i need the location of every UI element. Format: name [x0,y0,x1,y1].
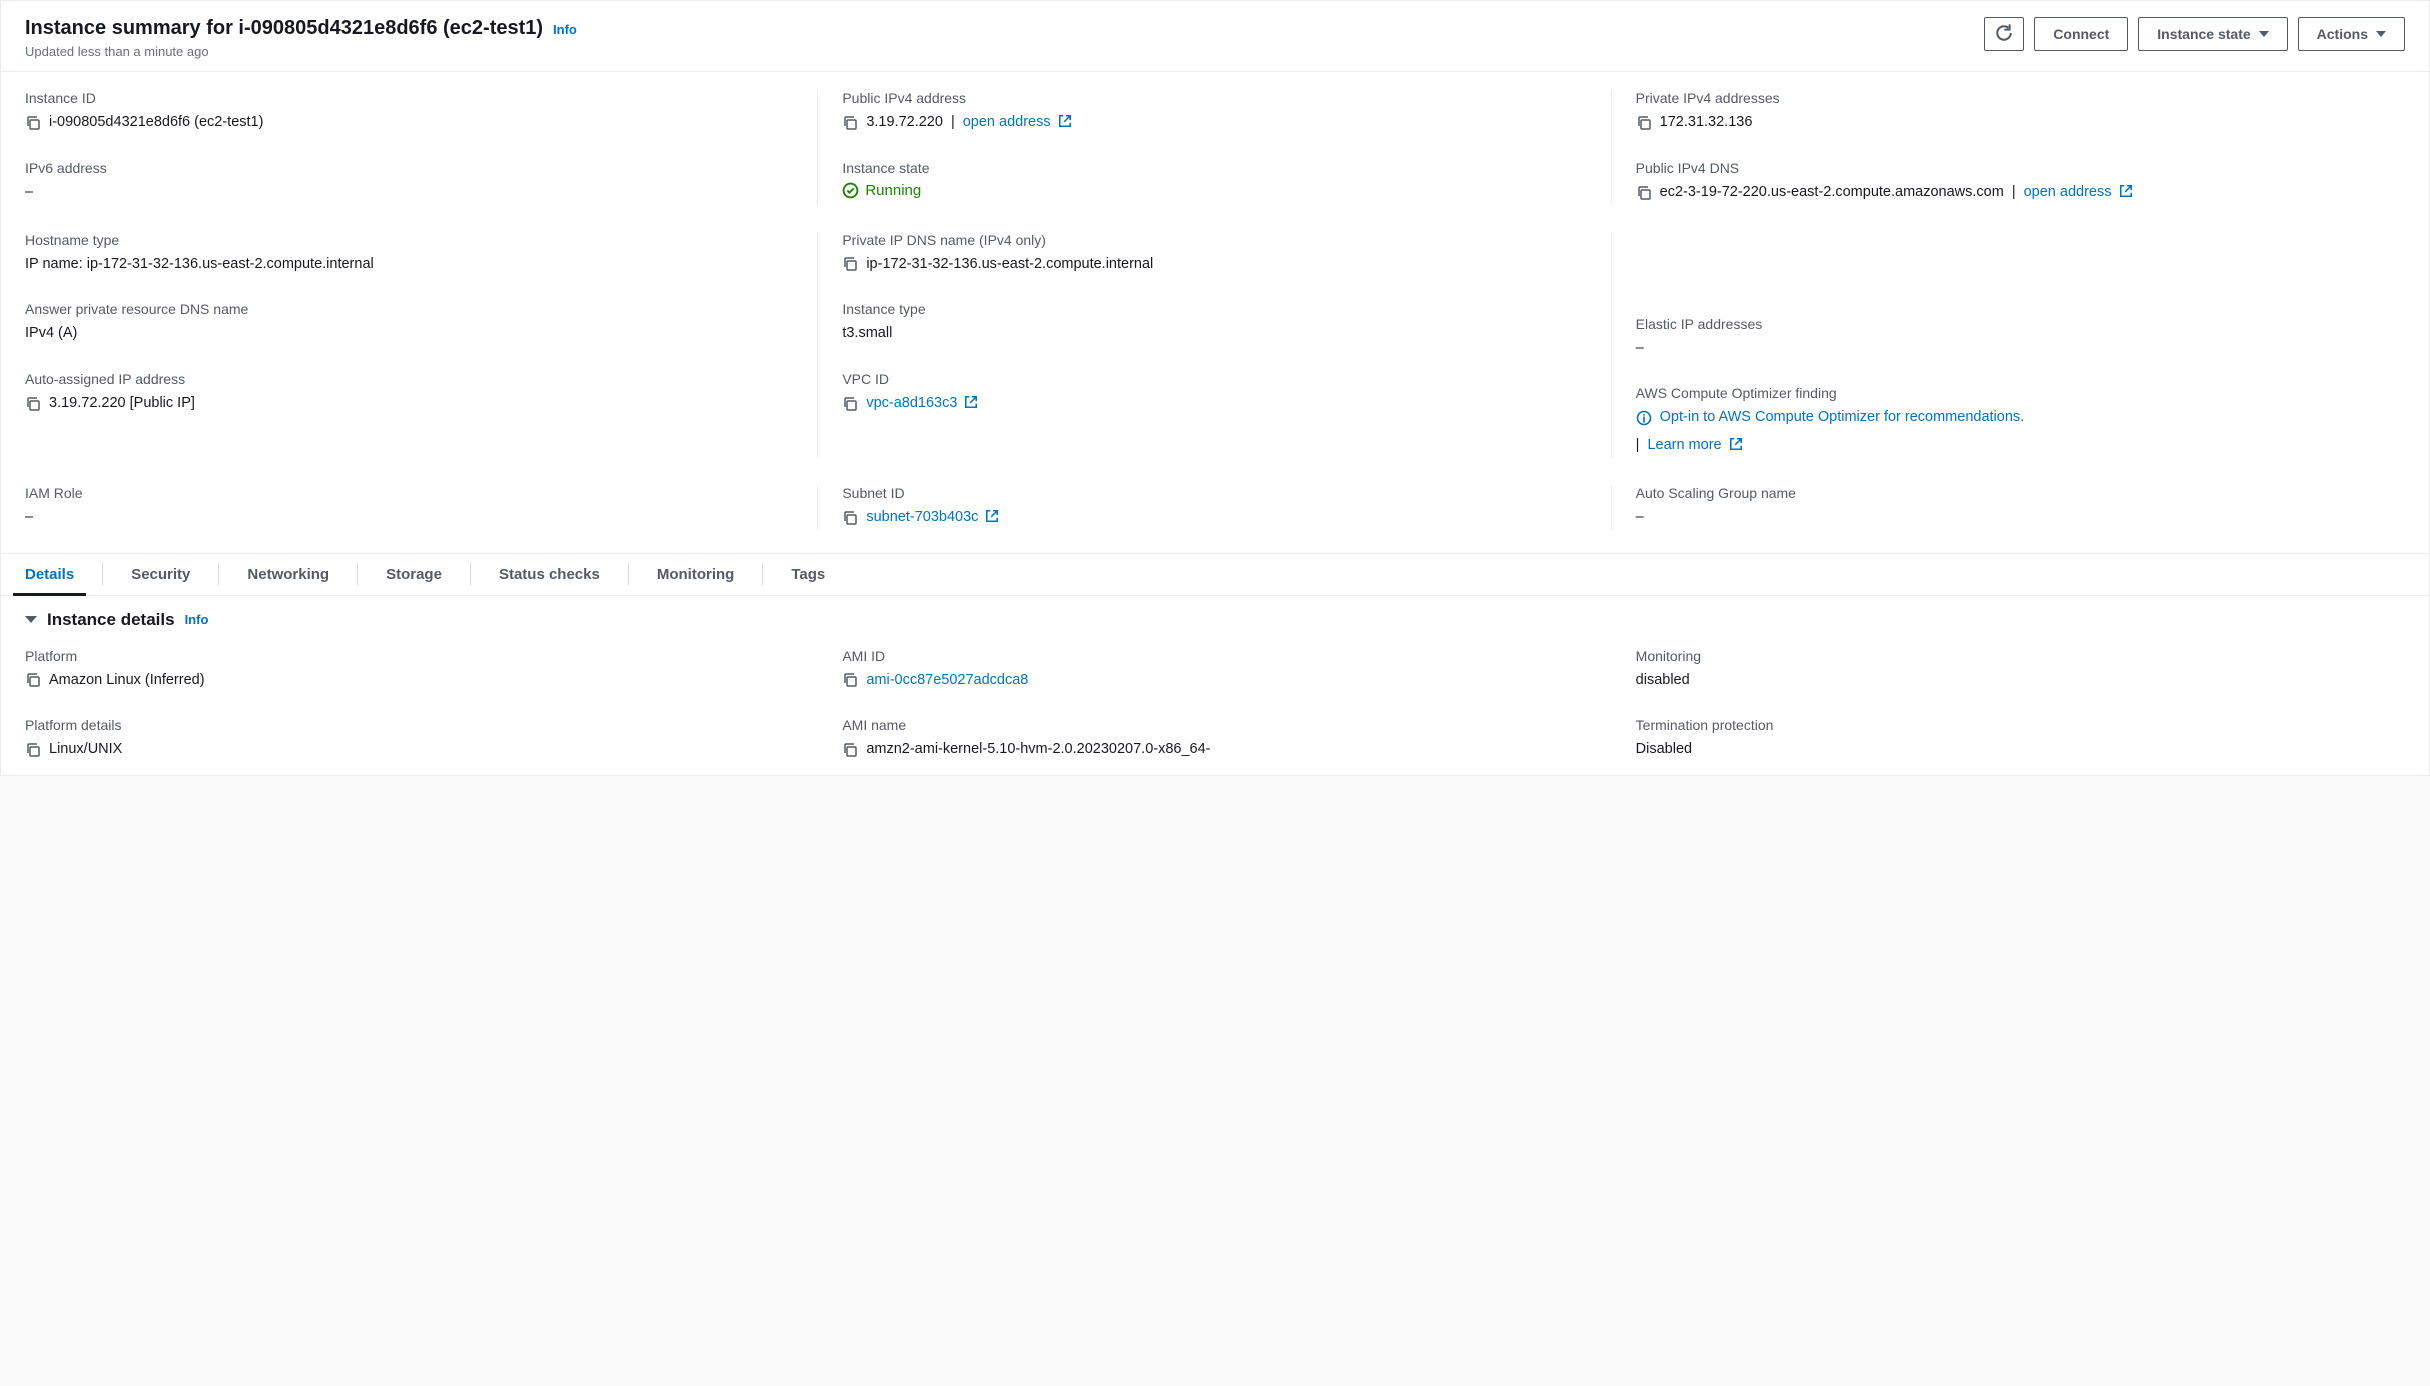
asg-label: Auto Scaling Group name [1636,485,2405,501]
check-circle-icon [842,182,859,199]
external-link-icon [1058,114,1072,128]
private-dns-value: ip-172-31-32-136.us-east-2.compute.inter… [866,254,1153,276]
instance-state-value: Running [842,182,1586,199]
page-title: Instance summary for i-090805d4321e8d6f6… [25,17,543,40]
subnet-id-label: Subnet ID [842,485,1586,501]
auto-ip-label: Auto-assigned IP address [25,371,793,387]
monitoring-label: Monitoring [1636,648,2405,664]
platform-value: Amazon Linux (Inferred) [49,670,205,692]
termination-label: Termination protection [1636,717,2405,733]
connect-label: Connect [2053,26,2109,42]
hostname-type-value: IP name: ip-172-31-32-136.us-east-2.comp… [25,254,793,276]
chevron-down-icon [2376,31,2386,37]
external-link-icon [985,509,999,523]
tab-details[interactable]: Details [25,554,74,595]
external-link-icon [1729,437,1743,451]
ami-id-label: AMI ID [842,648,1587,664]
connect-button[interactable]: Connect [2034,17,2128,51]
refresh-button[interactable] [1984,17,2024,51]
platform-details-value: Linux/UNIX [49,739,122,761]
summary-grid: Instance ID i-090805d4321e8d6f6 (ec2-tes… [1,72,2429,553]
copy-icon[interactable] [842,672,858,688]
external-link-icon [964,395,978,409]
collapse-caret-icon[interactable] [25,616,37,623]
ipv6-label: IPv6 address [25,160,793,176]
public-dns-value: ec2-3-19-72-220.us-east-2.compute.amazon… [1660,182,2004,204]
tab-status-checks[interactable]: Status checks [499,554,600,595]
private-ipv4-label: Private IPv4 addresses [1636,90,2405,106]
instance-state-button[interactable]: Instance state [2138,17,2287,51]
elastic-ip-value: – [1636,338,2405,360]
tab-networking[interactable]: Networking [247,554,329,595]
actions-button[interactable]: Actions [2298,17,2405,51]
refresh-icon [1995,24,2013,45]
platform-details-label: Platform details [25,717,794,733]
updated-text: Updated less than a minute ago [25,44,1984,59]
tabs: Details Security Networking Storage Stat… [1,553,2429,595]
subnet-id-link[interactable]: subnet-703b403c [866,507,999,529]
private-ipv4-value: 172.31.32.136 [1660,112,1753,134]
public-dns-label: Public IPv4 DNS [1636,160,2405,176]
open-address-link[interactable]: open address [2024,182,2133,204]
instance-state-label: Instance state [2157,26,2250,42]
actions-label: Actions [2317,26,2368,42]
copy-icon[interactable] [842,510,858,526]
iam-role-value: – [25,507,793,529]
instance-id-label: Instance ID [25,90,793,106]
hostname-type-label: Hostname type [25,232,793,248]
optimizer-link[interactable]: Opt-in to AWS Compute Optimizer for reco… [1660,407,2025,429]
section-title: Instance details [47,610,175,630]
public-ipv4-label: Public IPv4 address [842,90,1586,106]
public-ipv4-value: 3.19.72.220 [866,112,943,134]
instance-state-label: Instance state [842,160,1586,176]
vpc-id-link[interactable]: vpc-a8d163c3 [866,393,978,415]
copy-icon[interactable] [842,115,858,131]
answer-dns-value: IPv4 (A) [25,323,793,345]
ami-id-link[interactable]: ami-0cc87e5027adcdca8 [866,670,1028,692]
tab-security[interactable]: Security [131,554,190,595]
elastic-ip-label: Elastic IP addresses [1636,316,2405,332]
copy-icon[interactable] [25,396,41,412]
auto-ip-value: 3.19.72.220 [Public IP] [49,393,195,415]
ami-name-value: amzn2-ami-kernel-5.10-hvm-2.0.20230207.0… [866,739,1210,761]
copy-icon[interactable] [842,742,858,758]
private-dns-label: Private IP DNS name (IPv4 only) [842,232,1586,248]
info-link[interactable]: Info [553,22,577,37]
external-link-icon [2119,184,2133,198]
copy-icon[interactable] [1636,115,1652,131]
ami-name-label: AMI name [842,717,1587,733]
info-link[interactable]: Info [185,612,209,627]
learn-more-link[interactable]: Learn more [1647,435,1742,457]
copy-icon[interactable] [25,672,41,688]
optimizer-label: AWS Compute Optimizer finding [1636,385,2405,401]
open-address-link[interactable]: open address [963,112,1072,134]
chevron-down-icon [2259,31,2269,37]
termination-value: Disabled [1636,739,2405,761]
tab-tags[interactable]: Tags [791,554,825,595]
tab-storage[interactable]: Storage [386,554,442,595]
monitoring-value: disabled [1636,670,2405,692]
copy-icon[interactable] [842,396,858,412]
copy-icon[interactable] [842,256,858,272]
instance-type-label: Instance type [842,301,1586,317]
iam-role-label: IAM Role [25,485,793,501]
asg-value: – [1636,507,2405,529]
answer-dns-label: Answer private resource DNS name [25,301,793,317]
page-header: Instance summary for i-090805d4321e8d6f6… [1,1,2429,72]
copy-icon[interactable] [25,742,41,758]
platform-label: Platform [25,648,794,664]
instance-id-value: i-090805d4321e8d6f6 (ec2-test1) [49,112,263,134]
copy-icon[interactable] [25,115,41,131]
ipv6-value: – [25,182,793,204]
vpc-id-label: VPC ID [842,371,1586,387]
copy-icon[interactable] [1636,185,1652,201]
info-icon [1636,410,1652,426]
tab-monitoring[interactable]: Monitoring [657,554,734,595]
instance-type-value: t3.small [842,323,1586,345]
